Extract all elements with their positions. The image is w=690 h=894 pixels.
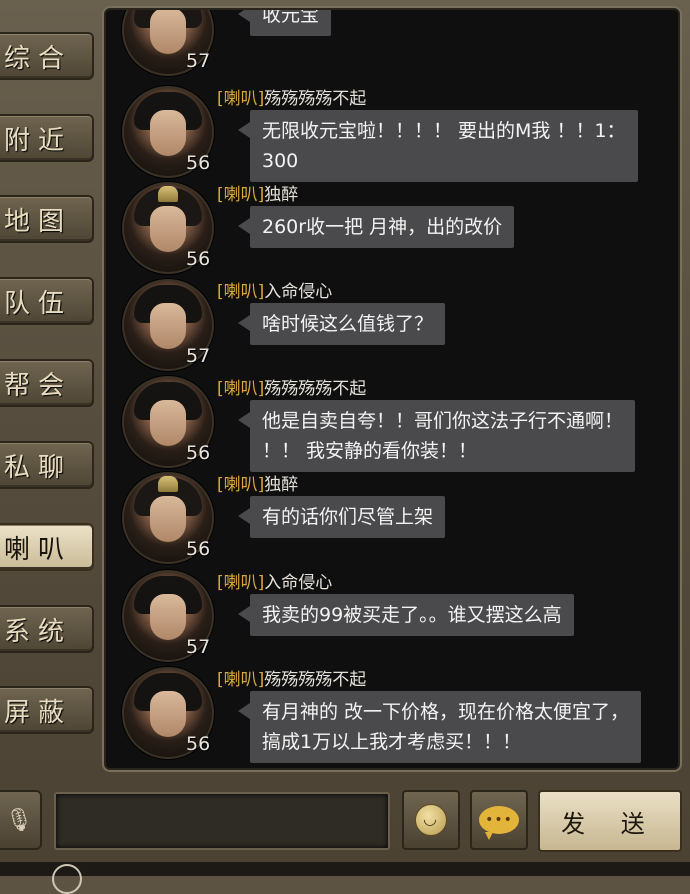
smiley-icon: [415, 804, 447, 836]
microphone-button[interactable]: 🎙: [0, 790, 42, 850]
horn-tag: [喇叭]: [217, 573, 265, 593]
tab-map[interactable]: 地图: [0, 195, 94, 243]
message-bubble: 260r收一把 月神，出的改价: [237, 206, 515, 248]
message-bubble: 我卖的99被买走了。。谁又摆这么高: [238, 594, 574, 636]
quick-chat-button[interactable]: •••: [470, 790, 528, 850]
tab-private[interactable]: 私聊: [0, 441, 94, 489]
horn-tag: [喇叭]: [217, 282, 265, 302]
status-circle-icon: [52, 864, 82, 894]
level-badge: 56: [186, 538, 211, 560]
sender-name[interactable]: [喇叭]独醉: [217, 470, 298, 495]
horn-tag: [喇叭]: [217, 670, 265, 690]
microphone-icon: 🎙: [5, 807, 33, 833]
level-badge: 57: [186, 345, 211, 367]
level-badge: 56: [186, 442, 211, 464]
level-badge: 56: [186, 248, 211, 270]
tab-horn[interactable]: 喇叭: [0, 523, 94, 571]
message-bubble: 收元宝: [237, 10, 332, 36]
message-bubble: 有的话你们尽管上架: [237, 496, 446, 538]
sender-name[interactable]: [喇叭]入命侵心: [217, 277, 332, 302]
status-bar: [0, 862, 690, 894]
chat-log[interactable]: 57 收元宝 56 [喇叭]殇殇殇殇不起 无限收元宝啦！！！！ 要出的M我 ！！…: [104, 8, 680, 770]
sender-name[interactable]: [喇叭]殇殇殇殇不起: [217, 374, 366, 399]
message-bubble: 他是自卖自夸！！哥们你这法子行不通啊！ ！！ 我安静的看你装！！: [237, 400, 636, 472]
horn-tag: [喇叭]: [217, 185, 265, 205]
send-button[interactable]: 发 送: [538, 790, 682, 852]
sender-name[interactable]: [喇叭]入命侵心: [217, 568, 332, 593]
emoji-button[interactable]: [402, 790, 460, 850]
message-bubble: 啥时候这么值钱了？: [237, 303, 446, 345]
tab-block[interactable]: 屏蔽: [0, 686, 94, 734]
horn-tag: [喇叭]: [217, 475, 265, 495]
level-badge: 56: [186, 733, 211, 755]
level-badge: 57: [186, 636, 211, 658]
horn-tag: [喇叭]: [217, 89, 265, 109]
chat-bubble-icon: •••: [479, 806, 519, 840]
message-bubble: 无限收元宝啦！！！！ 要出的M我 ！！1： 300: [238, 110, 638, 182]
tab-team[interactable]: 队伍: [0, 277, 94, 325]
tab-system[interactable]: 系统: [0, 605, 94, 653]
horn-tag: [喇叭]: [217, 379, 265, 399]
chat-input[interactable]: [54, 792, 390, 850]
tab-general[interactable]: 综合: [0, 32, 94, 80]
message-bubble: 有月神的 改一下价格，现在价格太便宜了， 搞成1万以上我才考虑买！！！: [237, 691, 642, 763]
sender-name[interactable]: [喇叭]独醉: [217, 180, 298, 205]
tab-nearby[interactable]: 附近: [0, 114, 94, 162]
level-badge: 56: [186, 152, 211, 174]
tab-guild[interactable]: 帮会: [0, 359, 94, 407]
level-badge: 57: [186, 50, 211, 72]
sender-name[interactable]: [喇叭]殇殇殇殇不起: [217, 665, 366, 690]
sender-name[interactable]: [喇叭]殇殇殇殇不起: [217, 84, 366, 109]
